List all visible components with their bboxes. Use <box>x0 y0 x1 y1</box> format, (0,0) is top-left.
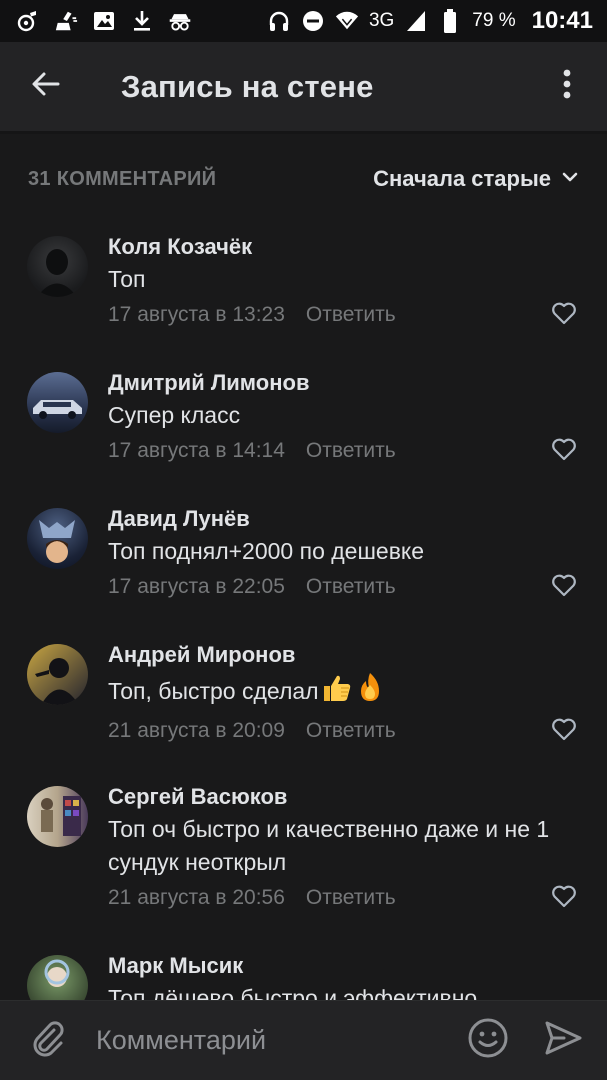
send-icon <box>544 1019 582 1062</box>
comment-date: 17 августа в 14:14 <box>108 439 285 462</box>
comment-item: Дмитрий Лимонов Супер класс 17 августа в… <box>0 368 607 504</box>
heart-icon <box>551 884 577 913</box>
comment-author[interactable]: Андрей Миронов <box>108 640 579 670</box>
battery-icon <box>438 9 462 33</box>
comment-text: Супер класс <box>108 402 241 428</box>
comment-text: Топ, быстро сделал <box>108 678 319 704</box>
more-options-button[interactable] <box>547 59 587 115</box>
headphones-icon <box>267 9 291 33</box>
comments-count: 31 КОММЕНТАРИЙ <box>28 167 217 190</box>
heart-icon <box>551 573 577 602</box>
comment-date: 17 августа в 22:05 <box>108 575 285 598</box>
avatar[interactable] <box>27 955 88 1000</box>
heart-icon <box>551 301 577 330</box>
paperclip-icon <box>28 1018 68 1063</box>
like-button[interactable] <box>549 300 579 330</box>
signal-icon <box>404 9 428 33</box>
avatar[interactable] <box>27 786 88 847</box>
comment-text-row: Топ, быстро сделал <box>108 671 579 712</box>
reply-button[interactable]: Ответить <box>306 303 396 327</box>
comment-date: 17 августа в 13:23 <box>108 303 285 326</box>
reply-button[interactable]: Ответить <box>306 886 396 910</box>
comment-author[interactable]: Дмитрий Лимонов <box>108 368 579 398</box>
chevron-down-icon <box>561 170 579 188</box>
comment-date: 21 августа в 20:56 <box>108 886 285 909</box>
page-title: Запись на стене <box>121 68 374 104</box>
like-button[interactable] <box>549 436 579 466</box>
incognito-icon <box>168 9 192 33</box>
comment-author[interactable]: Коля Козачёк <box>108 232 579 262</box>
back-button[interactable] <box>18 59 74 115</box>
like-button[interactable] <box>549 716 579 746</box>
comment-author[interactable]: Марк Мысик <box>108 951 579 981</box>
avatar[interactable] <box>27 508 88 569</box>
battery-percent: 79 % <box>472 10 516 31</box>
clock: 10:41 <box>531 7 593 34</box>
arrow-left-icon <box>30 68 62 105</box>
comment-list: Коля Козачёк Топ 17 августа в 13:23 Отве… <box>0 232 607 1000</box>
avatar[interactable] <box>27 644 88 705</box>
comment-text: Топ оч быстро и качественно даже и не 1 … <box>108 816 550 875</box>
comment-date: 21 августа в 20:09 <box>108 719 285 742</box>
reply-button[interactable]: Ответить <box>306 439 396 463</box>
status-bar-system: 3G 79 % 10:41 <box>267 7 593 35</box>
comment-composer <box>0 1000 607 1080</box>
network-type: 3G <box>368 10 395 31</box>
avatar[interactable] <box>27 372 88 433</box>
avatar[interactable] <box>27 236 88 297</box>
reply-button[interactable]: Ответить <box>306 719 396 743</box>
download-icon <box>130 9 154 33</box>
heart-icon <box>551 717 577 746</box>
comment-item: Давид Лунёв Топ поднял+2000 по дешевке 1… <box>0 504 607 640</box>
comment-item: Сергей Васюков Топ оч быстро и качествен… <box>0 782 607 951</box>
like-button[interactable] <box>549 883 579 913</box>
sort-order-dropdown[interactable]: Сначала старые <box>373 166 579 192</box>
sort-order-label: Сначала старые <box>373 166 551 191</box>
reply-button[interactable]: Ответить <box>306 575 396 599</box>
comment-text: Топ поднял+2000 по дешевке <box>108 538 425 564</box>
status-bar-notifications <box>16 9 192 33</box>
app-bar: Запись на стене <box>0 42 607 134</box>
comment-text: Топ <box>108 266 146 292</box>
comment-item: Коля Козачёк Топ 17 августа в 13:23 Отве… <box>0 232 607 368</box>
like-button[interactable] <box>549 572 579 602</box>
wifi-icon <box>335 9 359 33</box>
attach-button[interactable] <box>26 1019 70 1063</box>
heart-icon <box>551 437 577 466</box>
comment-author[interactable]: Сергей Васюков <box>108 782 579 812</box>
comment-item: Андрей Миронов Топ, быстро сделал 21 авг… <box>0 640 607 782</box>
do-not-disturb-icon <box>301 9 325 33</box>
image-icon <box>92 9 116 33</box>
emoji-button[interactable] <box>465 1018 511 1064</box>
comment-item: Марк Мысик Топ дёшево быстро и эффективн… <box>0 951 607 1000</box>
smiley-icon <box>467 1017 509 1064</box>
more-vertical-icon <box>563 69 571 104</box>
music-note-icon <box>16 9 40 33</box>
comment-input[interactable] <box>94 1014 438 1067</box>
cleaner-broom-icon <box>54 9 78 33</box>
status-bar: 3G 79 % 10:41 <box>0 0 607 42</box>
comment-author[interactable]: Давид Лунёв <box>108 504 579 534</box>
comment-text: Топ дёшево быстро и эффективно <box>108 985 478 1000</box>
comments-header: 31 КОММЕНТАРИЙ Сначала старые <box>0 155 607 203</box>
thumbs-up-emoji <box>321 673 353 712</box>
send-button[interactable] <box>541 1019 585 1063</box>
fire-emoji <box>355 671 385 712</box>
